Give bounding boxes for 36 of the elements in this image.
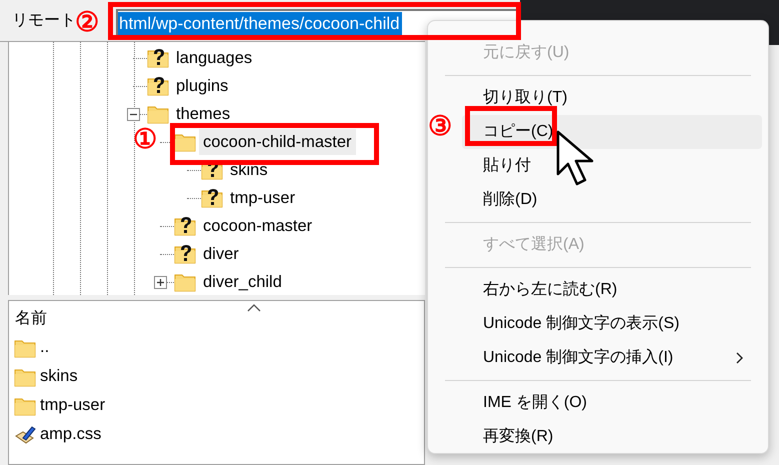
- column-header[interactable]: 名前: [15, 310, 47, 327]
- file-name[interactable]: skins: [40, 364, 78, 389]
- menu-item[interactable]: コピー(C): [462, 115, 762, 149]
- unknown-folder-icon: [201, 187, 223, 209]
- menu-item[interactable]: Unicode 制御文字の挿入(I): [462, 341, 762, 375]
- tree-item[interactable]: languages: [172, 44, 256, 72]
- tree-item[interactable]: skins: [226, 156, 272, 184]
- unknown-folder-icon: [147, 75, 169, 97]
- file-name[interactable]: tmp-user: [40, 393, 106, 418]
- menu-item[interactable]: 貼り付: [462, 149, 762, 183]
- tree-item[interactable]: diver_child: [199, 268, 286, 295]
- unknown-folder-icon: [174, 215, 196, 237]
- menu-item[interactable]: 右から左に読む(R): [462, 273, 762, 307]
- tree-item[interactable]: cocoon-master: [199, 212, 316, 240]
- tree-item[interactable]: plugins: [172, 72, 232, 100]
- unknown-folder-icon: [174, 243, 196, 265]
- unknown-folder-icon: [147, 47, 169, 69]
- menu-item[interactable]: 再変換(R): [462, 420, 762, 454]
- tree-item[interactable]: themes: [172, 100, 234, 128]
- menu-item[interactable]: 切り取り(T): [462, 81, 762, 115]
- css-file-icon: [14, 424, 36, 446]
- file-name[interactable]: amp.css: [40, 422, 102, 447]
- file-name[interactable]: ..: [40, 335, 50, 360]
- menu-item[interactable]: Unicode 制御文字の表示(S): [462, 307, 762, 341]
- menu-item[interactable]: IME を開く(O): [462, 386, 762, 420]
- menu-item[interactable]: 削除(D): [462, 183, 762, 217]
- sort-caret-icon: [247, 303, 261, 312]
- step-number: ①: [133, 126, 157, 153]
- collapse-icon[interactable]: [127, 108, 140, 120]
- tree-item[interactable]: tmp-user: [226, 184, 300, 212]
- tree-item[interactable]: diver: [199, 240, 243, 268]
- expand-icon[interactable]: [154, 276, 167, 288]
- tree-item[interactable]: cocoon-child-master: [199, 128, 356, 156]
- step-number: ②: [75, 9, 99, 36]
- pane-label: リモート: [11, 10, 76, 30]
- step-number: ③: [428, 113, 452, 140]
